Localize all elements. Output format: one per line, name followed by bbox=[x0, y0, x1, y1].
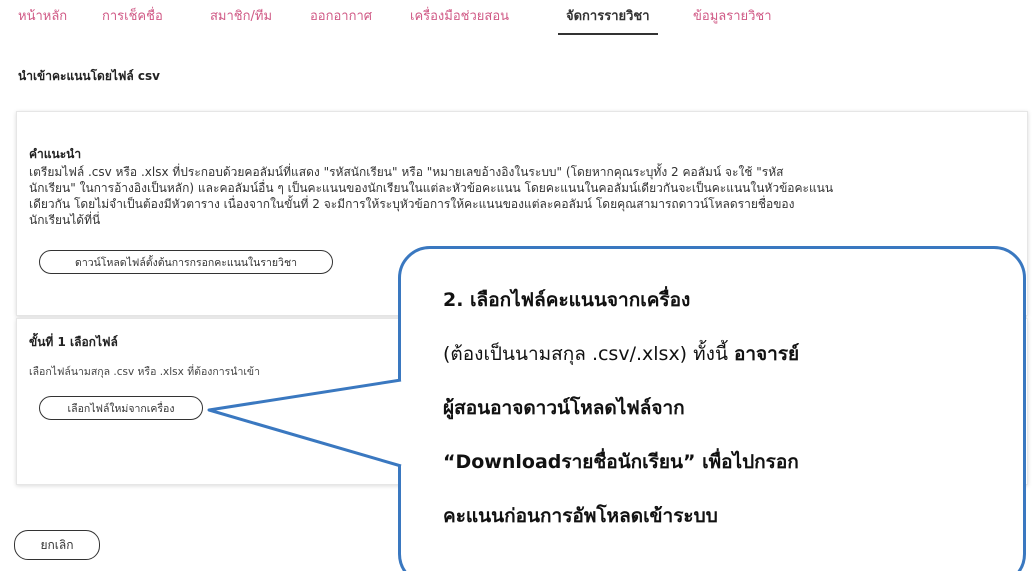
nav-members[interactable]: สมาชิก/ทีม bbox=[210, 6, 272, 28]
nav-teaching-tools[interactable]: เครื่องมือช่วยสอน bbox=[410, 6, 509, 28]
nav-broadcast[interactable]: ออกอากาศ bbox=[310, 6, 372, 28]
nav-course-info[interactable]: ข้อมูลรายวิชา bbox=[693, 6, 772, 28]
callout-line-1: 2. เลือกไฟล์คะแนนจากเครื่อง bbox=[443, 289, 691, 311]
page-title: นำเข้าคะแนนโดยไฟล์ csv bbox=[18, 69, 161, 83]
instructions-line-1: เตรียมไฟล์ .csv หรือ .xlsx ที่ประกอบด้วย… bbox=[29, 165, 784, 179]
download-template-button[interactable]: ดาวน์โหลดไฟล์ตั้งต้นการกรอกคะแนนในรายวิช… bbox=[39, 250, 333, 274]
callout-bubble: 2. เลือกไฟล์คะแนนจากเครื่อง (ต้องเป็นนาม… bbox=[398, 246, 1026, 571]
screen: หน้าหลัก การเช็คชื่อ สมาชิก/ทีม ออกอากาศ… bbox=[0, 0, 1036, 571]
nav-home[interactable]: หน้าหลัก bbox=[18, 6, 67, 28]
callout-line-4: “Downloadรายชื่อนักเรียน” เพื่อไปกรอก bbox=[443, 451, 799, 473]
callout-line-2-normal: (ต้องเป็นนามสกุล .csv/.xlsx) ทั้งนี้ bbox=[443, 343, 734, 365]
step1-description: เลือกไฟล์นามสกุล .csv หรือ .xlsx ที่ต้อง… bbox=[29, 366, 260, 378]
nav-course-management[interactable]: จัดการรายวิชา bbox=[558, 6, 658, 35]
instructions-heading: คำแนะนำ bbox=[29, 147, 82, 161]
callout-line-3: ผู้สอนอาจดาวน์โหลดไฟล์จาก bbox=[443, 397, 685, 419]
cancel-button[interactable]: ยกเลิก bbox=[14, 530, 100, 560]
instructions-line-2: นักเรียน" ในการอ้างอิงเป็นหลัก) และคอลัม… bbox=[29, 181, 834, 195]
choose-file-button[interactable]: เลือกไฟล์ใหม่จากเครื่อง bbox=[39, 396, 203, 420]
callout-line-5: คะแนนก่อนการอัพโหลดเข้าระบบ bbox=[443, 505, 718, 527]
callout-line-2: (ต้องเป็นนามสกุล .csv/.xlsx) ทั้งนี้ อาจ… bbox=[443, 341, 799, 367]
instructions-line-3: เดียวกัน โดยไม่จำเป็นต้องมีหัวตาราง เนื่… bbox=[29, 197, 795, 211]
instructions-line-4: นักเรียนได้ที่นี่ bbox=[29, 213, 101, 227]
callout-line-2-bold: อาจารย์ bbox=[733, 343, 800, 365]
step1-title: ขั้นที่ 1 เลือกไฟล์ bbox=[29, 335, 118, 349]
nav-attendance[interactable]: การเช็คชื่อ bbox=[102, 6, 163, 28]
